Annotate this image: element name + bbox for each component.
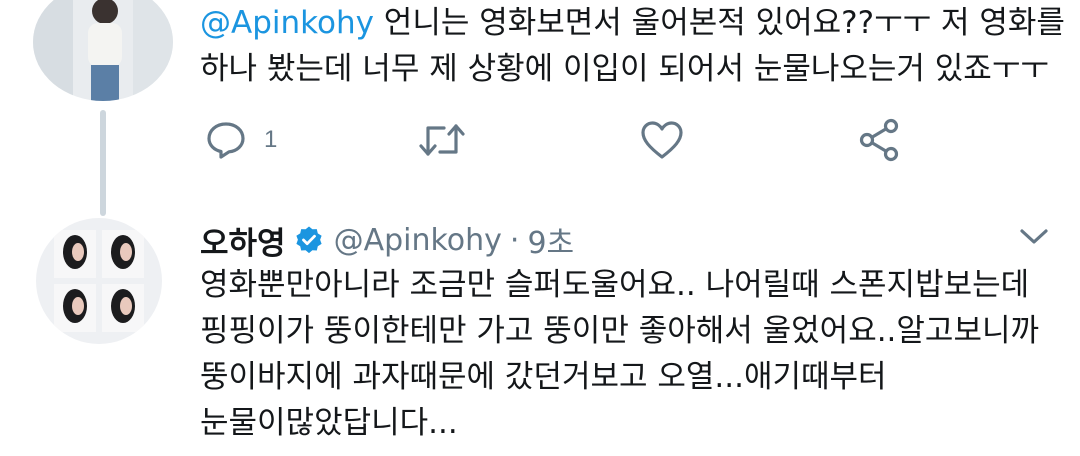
reply-count: 1 xyxy=(264,126,278,153)
user-handle[interactable]: @Apinkohy xyxy=(334,223,502,258)
parent-tweet-text: @Apinkohy 언니는 영화보면서 울어본적 있어요??ㅜㅜ 저 영화를 하… xyxy=(200,0,1065,92)
reply-tweet-line-1: 영화뿐만아니라 조금만 슬퍼도울어요.. 나어릴때 스폰지밥보는데 xyxy=(200,267,1030,303)
header-separator: · xyxy=(509,222,520,258)
heart-icon xyxy=(640,120,684,160)
reply-tweet-text: 영화뿐만아니라 조금만 슬퍼도울어요.. 나어릴때 스폰지밥보는데 핑핑이가 뚱… xyxy=(200,262,1039,446)
share-button[interactable] xyxy=(858,112,902,168)
display-name[interactable]: 오하영 xyxy=(200,218,286,263)
parent-avatar[interactable] xyxy=(33,0,173,101)
parent-tweet-line-1-text: 언니는 영화보면서 울어본적 있어요??ㅜㅜ 저 영화를 xyxy=(373,5,1065,41)
retweet-icon xyxy=(418,120,466,160)
parent-tweet-line-2: 하나 봤는데 너무 제 상황에 이입이 되어서 눈물나오는거 있죠ㅜㅜ xyxy=(200,51,1049,87)
reply-tweet-line-4: 눈물이많았답니다... xyxy=(200,405,458,441)
mention-link[interactable]: @Apinkohy xyxy=(200,5,374,41)
parent-tweet-line-1: @Apinkohy 언니는 영화보면서 울어본적 있어요??ㅜㅜ 저 영화를 xyxy=(200,0,1065,46)
reply-button[interactable]: 1 xyxy=(206,112,277,168)
retweet-button[interactable] xyxy=(418,112,466,168)
reply-tweet-line-3: 뚱이바지에 과자때문에 갔던거보고 오열...애기때부터 xyxy=(200,359,887,395)
reply-avatar[interactable] xyxy=(36,218,162,344)
chevron-down-icon[interactable] xyxy=(1018,226,1050,252)
thread-connector-line xyxy=(100,110,106,216)
reply-tweet-header: 오하영 @Apinkohy · 9초 xyxy=(200,218,574,262)
tweet-actions: 1 xyxy=(200,112,920,168)
reply-tweet-line-2: 핑핑이가 뚱이한테만 가고 뚱이만 좋아해서 울었어요..알고보니까 xyxy=(200,313,1040,349)
tweet-timestamp[interactable]: 9초 xyxy=(527,218,574,262)
verified-badge-icon xyxy=(294,225,324,255)
reply-icon xyxy=(206,120,246,160)
like-button[interactable] xyxy=(640,112,684,168)
share-icon xyxy=(858,118,902,162)
